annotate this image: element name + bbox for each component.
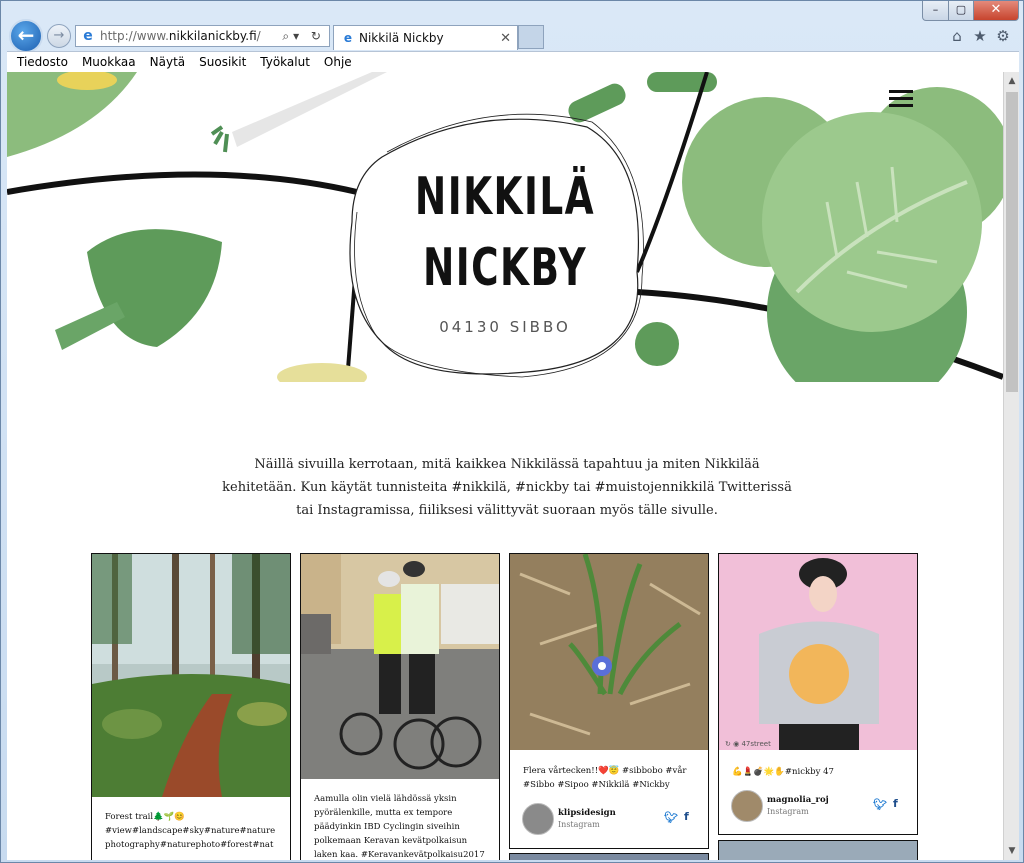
ie-logo-icon: e: [343, 31, 353, 45]
hero-banner: NIKKILÄ NICKBY 04130 SIBBO: [7, 72, 1003, 382]
logo-line-2[interactable]: NICKBY: [146, 238, 863, 298]
address-url: http://www.nikkilanickby.fi/: [100, 29, 261, 43]
menu-tiedosto[interactable]: Tiedosto: [17, 55, 68, 69]
card-caption: Forest trail🌲🌱😊 #view#landscape#sky#natu…: [105, 812, 276, 850]
card-caption: Aamulla olin vielä lähdössä yksin pyöräl…: [314, 794, 485, 860]
browser-window: – ▢ ✕ ← → e http://www.nikkilanickby.fi/…: [0, 0, 1024, 863]
card-caption: 💪💄💣🌟✋#nickby 47: [732, 767, 834, 777]
card-user: magnolia_roj Instagram 🐦︎ f: [731, 790, 907, 822]
card-photo: [510, 554, 708, 750]
card-photo: [719, 554, 917, 750]
menu-nayta[interactable]: Näytä: [150, 55, 186, 69]
search-refresh-icons[interactable]: ⌕▾ ↻: [282, 29, 325, 44]
back-button[interactable]: ←: [9, 19, 43, 53]
menu-bar: Tiedosto Muokkaa Näytä Suosikit Työkalut…: [7, 51, 1019, 72]
arrow-left-icon: ←: [17, 23, 35, 47]
address-bar[interactable]: e http://www.nikkilanickby.fi/ ⌕▾ ↻: [75, 25, 330, 47]
close-button[interactable]: ✕: [973, 1, 1019, 21]
scroll-up-icon[interactable]: ▲: [1004, 72, 1020, 90]
facebook-icon[interactable]: f: [684, 810, 689, 823]
intro-text: Näillä sivuilla kerrotaan, mitä kaikkea …: [222, 457, 792, 518]
card-source: Instagram: [767, 807, 809, 816]
social-card[interactable]: Aamulla olin vielä lähdössä yksin pyöräl…: [300, 553, 500, 860]
twitter-icon[interactable]: 🐦︎: [664, 811, 678, 824]
menu-tyokalut[interactable]: Työkalut: [260, 55, 310, 69]
page-viewport: NIKKILÄ NICKBY 04130 SIBBO Näillä sivuil…: [7, 72, 1003, 860]
card-caption: Flera vårtecken!!❤️😇 #sibbobo #vår #Sibb…: [523, 766, 687, 790]
logo-subtitle: 04130 SIBBO: [439, 318, 571, 336]
card-photo: [92, 554, 290, 797]
vertical-scrollbar[interactable]: ▲ ▼: [1003, 72, 1019, 860]
ie-logo-icon: e: [83, 28, 93, 44]
social-card[interactable]: ↻ ◉ 47street 💪💄💣🌟✋#nickby 47 magnolia_ro…: [718, 553, 918, 835]
social-card[interactable]: Flera vårtecken!!❤️😇 #sibbobo #vår #Sibb…: [509, 553, 709, 849]
settings-icon[interactable]: ⚙: [994, 27, 1012, 45]
facebook-icon[interactable]: f: [893, 797, 898, 810]
new-tab-button[interactable]: [518, 25, 544, 49]
logo-line-1[interactable]: NIKKILÄ: [146, 167, 863, 227]
menu-ohje[interactable]: Ohje: [324, 55, 352, 69]
home-icon[interactable]: ⌂: [948, 27, 966, 45]
tab-title: Nikkilä Nickby: [359, 31, 444, 45]
arrow-right-icon: →: [53, 28, 65, 43]
card-username[interactable]: klipsidesign: [558, 808, 616, 818]
social-card[interactable]: Forest trail🌲🌱😊 #view#landscape#sky#natu…: [91, 553, 291, 860]
forward-button[interactable]: →: [47, 24, 71, 48]
minimize-button[interactable]: –: [922, 1, 949, 21]
tab-close-icon[interactable]: ✕: [500, 31, 511, 46]
browser-tab[interactable]: e Nikkilä Nickby ✕: [333, 25, 518, 50]
next-card-top: [509, 853, 709, 860]
next-card-top: [718, 840, 918, 860]
menu-suosikit[interactable]: Suosikit: [199, 55, 246, 69]
twitter-icon[interactable]: 🐦︎: [873, 798, 887, 811]
scroll-thumb[interactable]: [1006, 92, 1018, 392]
menu-muokkaa[interactable]: Muokkaa: [82, 55, 136, 69]
avatar[interactable]: [731, 790, 763, 822]
scroll-down-icon[interactable]: ▼: [1004, 842, 1020, 860]
card-user: klipsidesign Instagram 🐦︎ f: [522, 803, 698, 835]
card-username[interactable]: magnolia_roj: [767, 795, 829, 805]
avatar[interactable]: [522, 803, 554, 835]
maximize-button[interactable]: ▢: [948, 1, 974, 21]
photo-tag: ↻ ◉ 47street: [725, 740, 771, 748]
favorites-icon[interactable]: ★: [971, 27, 989, 45]
card-source: Instagram: [558, 820, 600, 829]
card-photo: [301, 554, 499, 779]
hamburger-menu-icon[interactable]: [889, 90, 913, 108]
